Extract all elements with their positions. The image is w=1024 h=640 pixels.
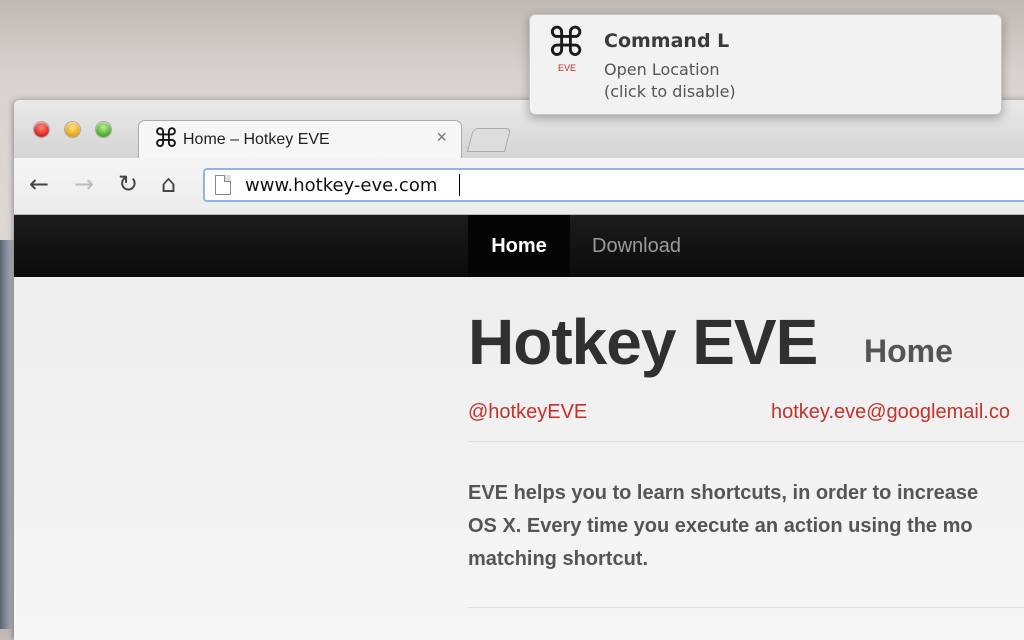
forward-icon[interactable]: →	[74, 171, 94, 197]
page-subtitle: Home	[864, 333, 953, 369]
twitter-link[interactable]: @hotkeyEVE	[468, 401, 587, 424]
zoom-window-button[interactable]	[96, 122, 111, 137]
notification-message: Open Location	[604, 60, 720, 79]
intro-line: EVE helps you to learn shortcuts, in ord…	[468, 482, 979, 504]
command-key-icon: ⌘	[546, 20, 586, 66]
notification-hint: (click to disable)	[604, 82, 736, 101]
close-tab-icon[interactable]: ×	[436, 127, 447, 148]
intro-line: OS X. Every time you execute an action u…	[468, 515, 973, 537]
site-navbar: Home Download	[14, 215, 1024, 277]
text-caret	[459, 174, 460, 196]
intro-line: matching shortcut.	[468, 548, 649, 570]
web-page: Home Download Hotkey EVE Home @hotkeyEVE…	[14, 215, 1024, 640]
nav-home-link[interactable]: Home	[468, 215, 570, 277]
nav-download-link[interactable]: Download	[592, 215, 681, 277]
page-icon	[215, 175, 231, 195]
home-icon[interactable]: ⌂	[161, 171, 176, 197]
app-badge: EVE	[558, 63, 577, 73]
browser-window: ⌘ Home – Hotkey EVE × ← → ↻ ⌂ Home Downl…	[14, 100, 1024, 640]
hotkey-notification[interactable]: ⌘ EVE Command L Open Location (click to …	[529, 14, 1002, 115]
divider	[468, 607, 1024, 608]
minimize-window-button[interactable]	[65, 122, 80, 137]
browser-tab[interactable]: ⌘ Home – Hotkey EVE ×	[138, 120, 462, 159]
url-input[interactable]	[245, 173, 1005, 197]
command-key-icon: ⌘	[153, 124, 179, 154]
page-title: Hotkey EVE	[468, 306, 818, 378]
notification-title: Command L	[604, 30, 730, 52]
close-window-button[interactable]	[34, 122, 49, 137]
address-bar[interactable]	[203, 168, 1024, 202]
divider	[468, 441, 1024, 442]
reload-icon[interactable]: ↻	[118, 171, 138, 197]
browser-toolbar: ← → ↻ ⌂	[14, 158, 1024, 215]
email-link[interactable]: hotkey.eve@googlemail.co	[771, 401, 1010, 424]
new-tab-button[interactable]	[466, 128, 512, 152]
back-icon[interactable]: ←	[29, 171, 49, 197]
intro-text: EVE helps you to learn shortcuts, in ord…	[468, 477, 1024, 576]
tab-title: Home – Hotkey EVE	[183, 131, 330, 148]
